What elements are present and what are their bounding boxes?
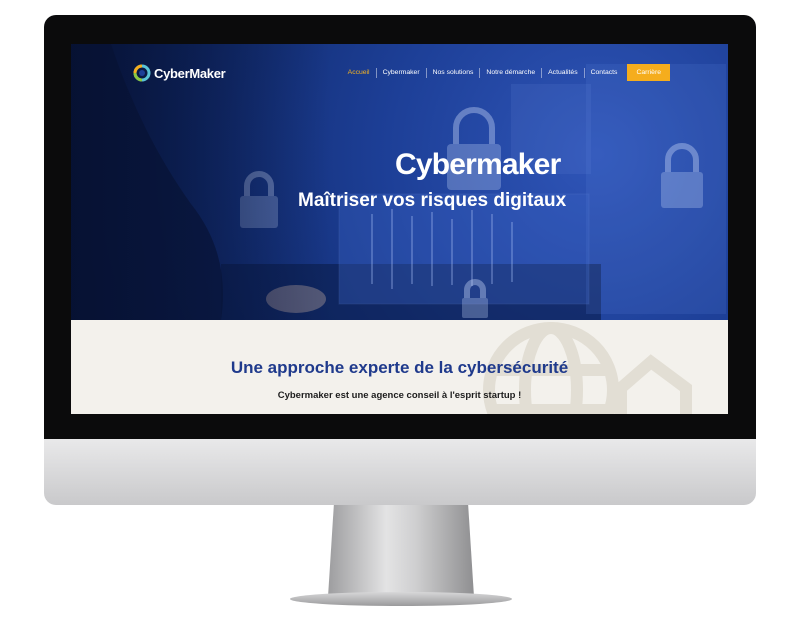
hero-shade [71,44,331,320]
monitor-chin [44,439,756,505]
nav-item-nos-solutions[interactable]: Nos solutions [427,67,481,78]
main-nav: Accueil Cybermaker Nos solutions Notre d… [342,64,670,81]
carriere-button[interactable]: Carrière [627,64,670,81]
hero-title: Cybermaker [395,148,561,181]
intro-text: Cybermaker est une agence conseil à l'es… [277,390,522,401]
website-screen: CyberMaker Accueil Cybermaker Nos soluti… [71,44,728,414]
nav-item-actualites[interactable]: Actualités [542,67,585,78]
hero-subtitle: Maîtriser vos risques digitaux [298,190,567,211]
intro-section: Une approche experte de la cybersécurité… [71,320,728,414]
intro-title: Une approche experte de la cybersécurité [230,358,569,377]
nav-item-accueil[interactable]: Accueil [342,67,377,78]
site-logo[interactable]: CyberMaker [133,64,226,82]
nav-item-notre-demarche[interactable]: Notre démarche [480,67,543,78]
nav-item-contacts[interactable]: Contacts [585,68,624,78]
logo-text: CyberMaker [154,65,226,81]
monitor-foot [290,592,512,606]
logo-icon [133,64,151,82]
monitor-stand [328,505,474,597]
nav-item-cybermaker[interactable]: Cybermaker [377,67,427,78]
hero-banner: CyberMaker Accueil Cybermaker Nos soluti… [71,44,728,320]
